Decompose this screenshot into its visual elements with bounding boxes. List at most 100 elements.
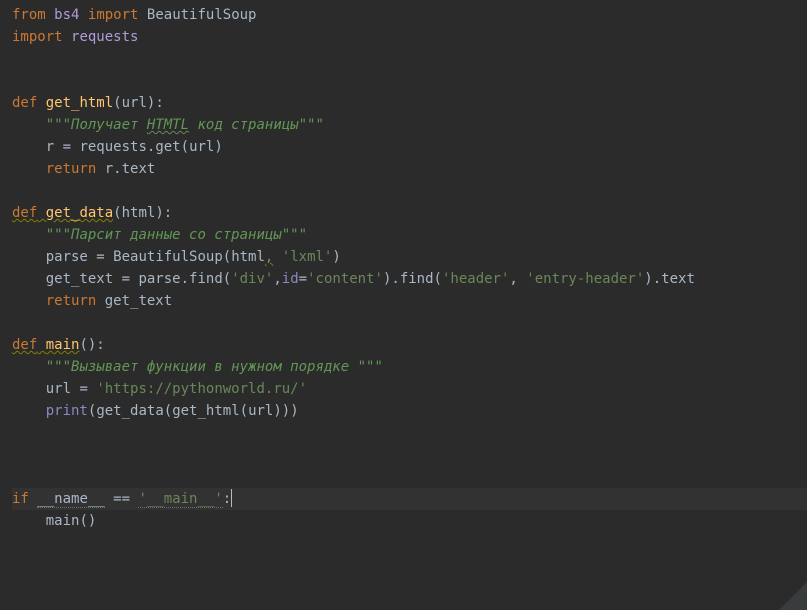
code-line[interactable]: get_text = parse.find('div',id='content'… [12,268,807,290]
code-line[interactable]: main() [12,510,807,532]
indent [12,359,46,375]
keyword-import: import [88,7,139,23]
text-caret [231,489,232,507]
keyword-def: def [12,337,37,353]
indent [12,117,46,133]
function-call: get_data [96,403,163,419]
method: find [189,271,223,287]
function-name: get_data [46,205,113,221]
dot: . [113,161,121,177]
code-line[interactable]: from bs4 import BeautifulSoup [12,4,807,26]
method: get [155,139,180,155]
dunder-name: __name__ [37,491,104,508]
space [37,205,45,221]
space [37,337,45,353]
keyword-from: from [12,7,46,23]
parameter: url [122,95,147,111]
module-name: requests [71,29,138,45]
paren-open: ( [434,271,442,287]
docstring-text: Получает [71,117,147,133]
code-line[interactable]: parse = BeautifulSoup(html, 'lxml') [12,246,807,268]
paren-open: ( [164,403,172,419]
code-line[interactable]: url = 'https://pythonworld.ru/' [12,378,807,400]
function-name: get_html [46,95,113,111]
string-literal: 'content' [307,271,383,287]
colon: : [223,491,231,507]
argument: url [248,403,273,419]
keyword-return: return [46,293,97,309]
keyword-return: return [46,161,97,177]
docstring-text: код страницы [189,117,299,133]
paren-open: ( [223,249,231,265]
comma [273,249,281,265]
assign: = [71,381,96,397]
indent [12,293,46,309]
object: r [105,161,113,177]
assign: = [88,249,113,265]
keyword-def: def [12,205,37,221]
variable: url [46,381,71,397]
assign: = [54,139,79,155]
code-line[interactable]: def get_data(html): [12,202,807,224]
string-literal: 'entry-header' [526,271,644,287]
code-line[interactable] [12,466,807,488]
paren-close: ) [214,139,222,155]
paren-close: ) [273,403,281,419]
indent [12,513,46,529]
code-line[interactable] [12,70,807,92]
code-line[interactable]: return r.text [12,158,807,180]
code-line[interactable] [12,312,807,334]
code-line[interactable]: """Парсит данные со страницы""" [12,224,807,246]
attribute: text [122,161,156,177]
keyword-def: def [12,95,37,111]
indent [12,161,46,177]
code-line[interactable]: r = requests.get(url) [12,136,807,158]
code-line[interactable] [12,422,807,444]
builtin-print: print [46,403,88,419]
comma: , [509,271,526,287]
object: requests [79,139,146,155]
paren-close-colon: ): [147,95,164,111]
string-literal: 'div' [231,271,273,287]
paren-open: ( [113,205,121,221]
paren-close: ) [332,249,340,265]
argument: html [231,249,265,265]
indent [12,227,46,243]
code-line[interactable]: """Получает HTMTL код страницы""" [12,114,807,136]
code-editor[interactable]: from bs4 import BeautifulSoup import req… [0,0,807,610]
indent [12,271,46,287]
paren-open: ( [240,403,248,419]
docstring-typo: HTMTL [147,117,189,133]
code-line[interactable]: def get_html(url): [12,92,807,114]
docstring-quote: """ [46,359,71,375]
kwarg-name: id [282,271,299,287]
string-literal: 'header' [442,271,509,287]
docstring-quote: """ [299,117,324,133]
argument: url [189,139,214,155]
code-line[interactable] [12,444,807,466]
docstring-quote: """ [46,117,71,133]
function-call: main [46,513,80,529]
function-name: main [46,337,80,353]
module-name: bs4 [54,7,79,23]
dot: . [391,271,399,287]
function-call: get_html [172,403,239,419]
indent [12,403,46,419]
indent [12,381,46,397]
method: find [400,271,434,287]
space [96,161,104,177]
attribute: text [661,271,695,287]
keyword-import: import [12,29,63,45]
code-line[interactable]: def main(): [12,334,807,356]
code-line[interactable]: print(get_data(get_html(url))) [12,400,807,422]
parens: () [79,513,96,529]
code-line[interactable]: import requests [12,26,807,48]
code-line[interactable]: return get_text [12,290,807,312]
code-line[interactable] [12,48,807,70]
variable: parse [46,249,88,265]
code-line[interactable] [12,180,807,202]
operator-eq: == [113,491,130,507]
paren-open: ( [223,271,231,287]
code-line[interactable]: """Вызывает функции в нужном порядке """ [12,356,807,378]
code-line-active[interactable]: if __name__ == '__main__': [12,488,807,510]
